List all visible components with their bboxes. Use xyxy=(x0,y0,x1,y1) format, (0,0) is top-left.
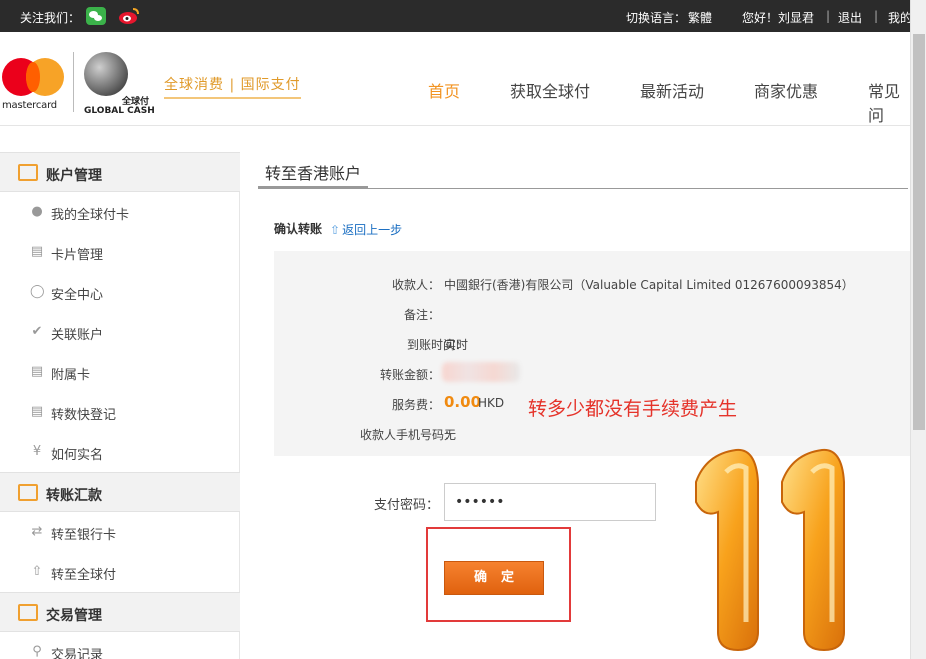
payee-value: 中國銀行(香港)有限公司（Valuable Capital Limited 01… xyxy=(444,278,854,292)
sidebar-item-my-card[interactable]: ● 我的全球付卡 xyxy=(0,192,240,232)
title-underline xyxy=(258,186,368,189)
language-switch-link[interactable]: 繁體 xyxy=(688,9,712,26)
page-title: 转至香港账户 xyxy=(265,164,362,183)
sidebar-item-label: 交易记录 xyxy=(51,648,104,659)
nav-merchant-offers[interactable]: 商家优惠 xyxy=(754,78,818,102)
sidebar-item-label: 转至全球付 xyxy=(51,568,117,583)
nav-home[interactable]: 首页 xyxy=(428,78,460,102)
payee-phone-label: 收款人手机号码： xyxy=(359,428,456,442)
language-label: 切换语言： xyxy=(626,11,687,25)
top-bar: 关注我们： 切换语言： 繁體 您好！刘显君 | 退出 | 我的 xyxy=(0,0,926,32)
sidebar: 账户管理 ● 我的全球付卡 ▤ 卡片管理 ◯ 安全中心 ✔ 关联账户 ▤ 附属卡… xyxy=(0,152,240,659)
amount-label: 转账金额： xyxy=(379,368,440,382)
sidebar-section-transactions[interactable]: 交易管理 xyxy=(0,592,240,632)
sidebar-item-linked-accounts[interactable]: ✔ 关联账户 xyxy=(0,312,240,352)
site-header: mastercard 全球付 GLOBAL CASH 全球消费 | 国际支付 首… xyxy=(0,32,910,126)
section-label: 转账汇款 xyxy=(46,488,102,504)
fee-value: 0.00 xyxy=(444,393,482,411)
sidebar-item-security[interactable]: ◯ 安全中心 xyxy=(0,272,240,312)
logout-link[interactable]: 退出 xyxy=(838,9,862,26)
payee-label: 收款人： xyxy=(391,278,440,292)
brand-en: GLOBAL CASH xyxy=(84,106,155,116)
sidebar-item-fps-register[interactable]: ▤ 转数快登记 xyxy=(0,392,240,432)
sidebar-item-label: 安全中心 xyxy=(51,288,104,303)
nav-faq[interactable]: 常见问 xyxy=(868,78,910,126)
sidebar-item-to-global-cash[interactable]: ⇧ 转至全球付 xyxy=(0,552,240,592)
sidebar-item-label: 转数快登记 xyxy=(51,408,117,423)
payee-phone-value: 无 xyxy=(444,428,457,442)
arrival-time-value: 实时 xyxy=(444,338,469,352)
globe-logo-icon xyxy=(84,52,128,96)
back-link[interactable]: ⇧ 返回上一步 xyxy=(330,221,402,238)
sidebar-item-label: 关联账户 xyxy=(51,328,104,343)
nav-latest-events[interactable]: 最新活动 xyxy=(640,78,704,102)
vertical-scrollbar[interactable] xyxy=(910,0,926,659)
divider: | xyxy=(874,9,879,23)
redacted-amount xyxy=(442,362,520,382)
section-label: 账户管理 xyxy=(46,168,102,184)
follow-us-label: 关注我们： xyxy=(20,11,81,25)
card-icon xyxy=(18,164,38,181)
sidebar-item-label: 转至银行卡 xyxy=(51,528,117,543)
decorative-eleven-graphic xyxy=(695,448,845,652)
confirm-transfer-label: 确认转账 xyxy=(274,222,323,236)
sidebar-item-real-name[interactable]: ¥ 如何实名 xyxy=(0,432,240,472)
confirm-button[interactable]: 确定 xyxy=(444,561,544,595)
card-icon: ▤ xyxy=(30,364,44,379)
card-icon: ▤ xyxy=(30,244,44,259)
shield-yen-icon: ¥ xyxy=(32,444,42,459)
sidebar-item-label: 我的全球付卡 xyxy=(51,208,130,223)
search-icon: ⚲ xyxy=(32,644,42,659)
weibo-icon[interactable] xyxy=(118,7,140,25)
fee-label: 服务费： xyxy=(391,398,440,412)
sidebar-item-label: 卡片管理 xyxy=(51,248,104,263)
scrollbar-thumb[interactable] xyxy=(913,34,925,430)
sidebar-item-card-management[interactable]: ▤ 卡片管理 xyxy=(0,232,240,272)
greeting-text: 您好！刘显君 xyxy=(742,11,815,25)
sidebar-section-account[interactable]: 账户管理 xyxy=(0,152,240,192)
my-account-link[interactable]: 我的 xyxy=(888,9,912,26)
slogan: 全球消费 | 国际支付 xyxy=(164,74,301,99)
arrow-up-icon: ⇧ xyxy=(330,223,341,237)
check-icon: ✔ xyxy=(31,324,43,339)
shield-icon: ◯ xyxy=(30,284,45,299)
wechat-icon[interactable] xyxy=(86,7,106,25)
payment-password-input[interactable] xyxy=(444,483,656,521)
fee-currency: HKD xyxy=(478,396,505,410)
divider: | xyxy=(826,9,831,23)
sidebar-item-label: 附属卡 xyxy=(51,368,91,383)
sidebar-item-transaction-records[interactable]: ⚲ 交易记录 xyxy=(0,632,240,659)
sidebar-item-label: 如何实名 xyxy=(51,448,104,463)
section-label: 交易管理 xyxy=(46,608,102,624)
chart-icon xyxy=(18,604,38,621)
transfer-icon xyxy=(18,484,38,501)
remark-label: 备注： xyxy=(403,308,440,322)
password-label: 支付密码： xyxy=(374,498,440,513)
sidebar-item-to-bank-card[interactable]: ⇄ 转至银行卡 xyxy=(0,512,240,552)
back-link-text: 返回上一步 xyxy=(342,223,403,237)
upload-icon: ⇧ xyxy=(31,564,43,579)
mastercard-logo: mastercard xyxy=(2,58,66,122)
document-icon: ▤ xyxy=(30,404,44,419)
nav-get-card[interactable]: 获取全球付 xyxy=(510,78,590,102)
sidebar-section-transfer[interactable]: 转账汇款 xyxy=(0,472,240,512)
divider xyxy=(73,52,74,112)
annotation-text: 转多少都没有手续费产生 xyxy=(528,398,738,420)
user-icon: ● xyxy=(31,204,43,219)
sidebar-item-sub-card[interactable]: ▤ 附属卡 xyxy=(0,352,240,392)
swap-icon: ⇄ xyxy=(31,524,43,539)
